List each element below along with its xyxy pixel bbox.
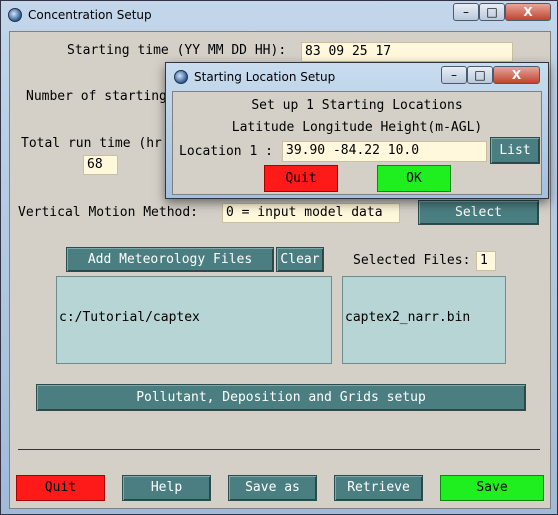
window-title: Concentration Setup xyxy=(28,8,152,22)
list-button[interactable]: List xyxy=(490,137,540,164)
maximize-button[interactable]: □ xyxy=(479,3,505,21)
run-time-label: Total run time (hr xyxy=(21,136,162,151)
quit-button[interactable]: Quit xyxy=(16,475,105,501)
ok-button[interactable]: OK xyxy=(377,165,451,192)
location-input[interactable]: 39.90 -84.22 10.0 xyxy=(282,141,487,162)
dialog-minimize-button[interactable]: – xyxy=(441,66,467,84)
dialog-icon xyxy=(174,70,188,84)
dialog-client-area: Set up 1 Starting Locations Latitude Lon… xyxy=(172,91,542,195)
dialog-close-button[interactable]: X xyxy=(493,66,540,84)
run-time-input[interactable]: 68 xyxy=(83,155,118,175)
dialog-quit-button[interactable]: Quit xyxy=(264,165,338,192)
location-label: Location 1 : xyxy=(179,144,273,159)
app-icon xyxy=(8,8,22,22)
dialog-header: Set up 1 Starting Locations xyxy=(251,98,463,113)
vertical-motion-input[interactable]: 0 = input model data xyxy=(222,203,400,223)
minimize-button[interactable]: – xyxy=(453,3,479,21)
starting-time-label: Starting time (YY MM DD HH): xyxy=(67,43,287,58)
dialog-subheader: Latitude Longitude Height(m-AGL) xyxy=(231,120,483,135)
selected-files-label: Selected Files: xyxy=(353,253,471,268)
starting-location-dialog: Starting Location Setup – □ X Set up 1 S… xyxy=(165,62,549,199)
files-listbox[interactable]: captex2_narr.bin xyxy=(342,276,506,364)
dialog-title: Starting Location Setup xyxy=(194,70,336,84)
retrieve-button[interactable]: Retrieve xyxy=(334,475,423,501)
separator xyxy=(18,449,540,450)
selected-files-count: 1 xyxy=(476,251,496,271)
pollutant-setup-button[interactable]: Pollutant, Deposition and Grids setup xyxy=(36,384,526,411)
add-meteorology-files-button[interactable]: Add Meteorology Files xyxy=(66,247,274,272)
num-starting-label: Number of starting xyxy=(26,89,167,104)
list-item[interactable]: captex2_narr.bin xyxy=(345,310,503,325)
vertical-motion-label: Vertical Motion Method: xyxy=(18,205,199,220)
save-as-button[interactable]: Save as xyxy=(228,475,317,501)
list-item[interactable]: c:/Tutorial/captex xyxy=(59,310,329,325)
dialog-maximize-button[interactable]: □ xyxy=(467,66,493,84)
help-button[interactable]: Help xyxy=(122,475,211,501)
close-button[interactable]: X xyxy=(505,3,551,21)
directory-listbox[interactable]: c:/Tutorial/captex xyxy=(56,276,332,364)
clear-button[interactable]: Clear xyxy=(276,247,324,272)
save-button[interactable]: Save xyxy=(440,475,544,501)
select-button[interactable]: Select xyxy=(418,200,539,225)
starting-time-input[interactable]: 83 09 25 17 xyxy=(301,42,513,62)
